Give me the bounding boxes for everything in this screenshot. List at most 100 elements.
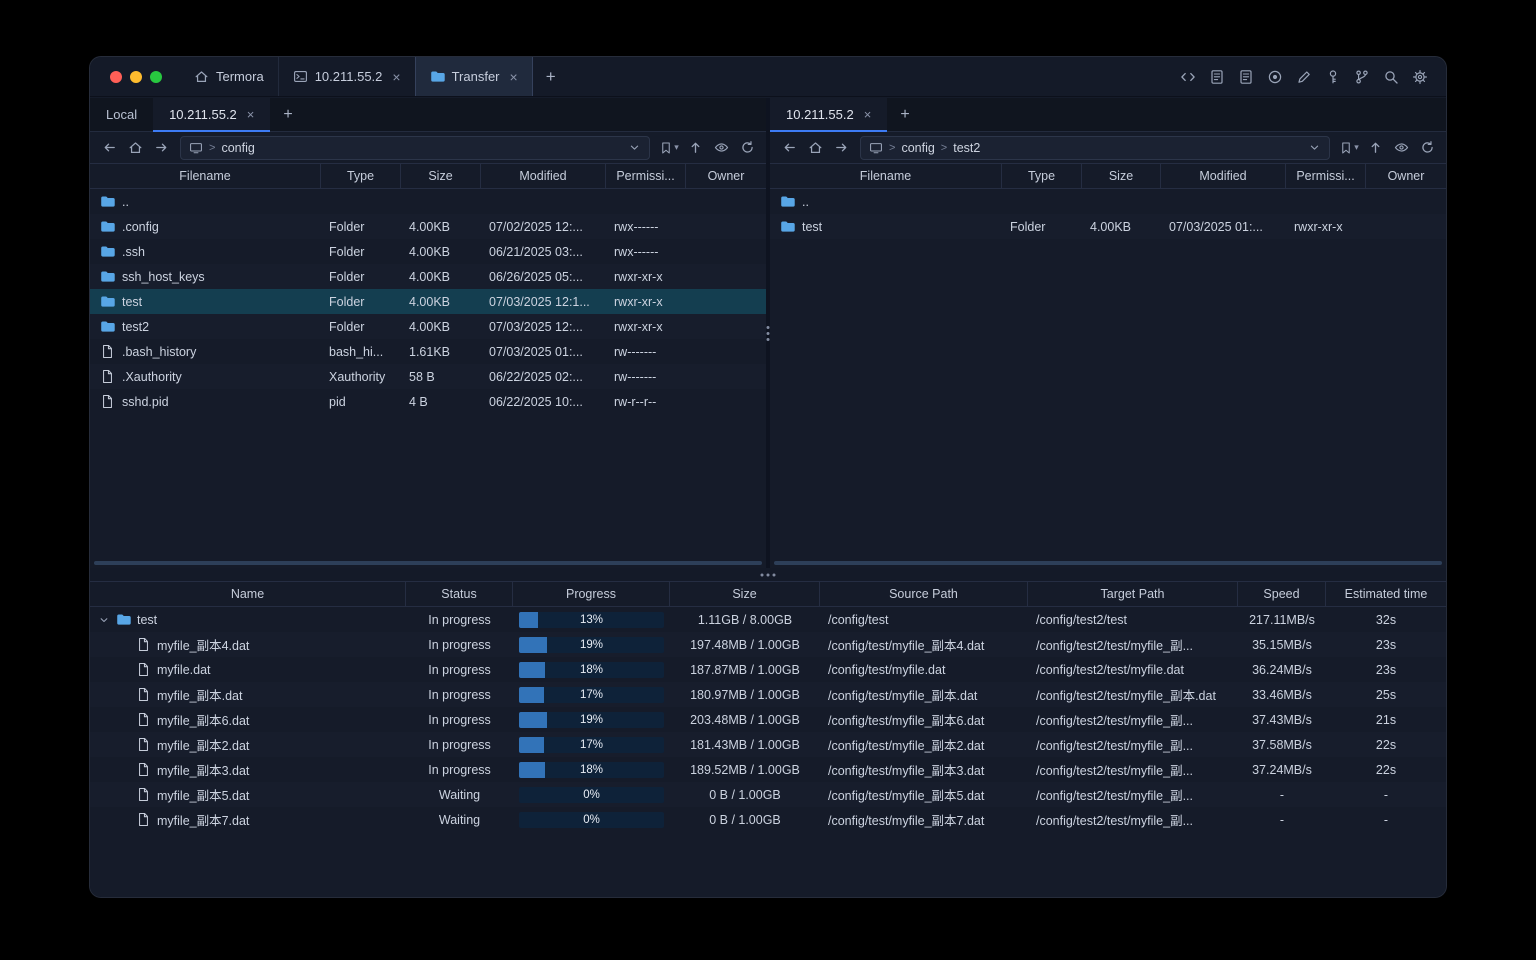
column-filename[interactable]: Filename bbox=[770, 164, 1002, 188]
file-row[interactable]: .Xauthority Xauthority 58 B 06/22/2025 0… bbox=[90, 364, 766, 389]
zoom-window-button[interactable] bbox=[150, 70, 162, 83]
file-name: test2 bbox=[122, 319, 150, 334]
refresh-button[interactable] bbox=[735, 136, 759, 160]
column-permissions[interactable]: Permissi... bbox=[1286, 164, 1366, 188]
horizontal-scrollbar[interactable] bbox=[774, 561, 1442, 565]
transfer-row[interactable]: myfile_副本3.dat In progress 18% 189.52MB … bbox=[90, 757, 1446, 782]
column-type[interactable]: Type bbox=[1002, 164, 1082, 188]
path-segment[interactable]: test2 bbox=[953, 141, 980, 155]
path-bar[interactable]: > config > test2 bbox=[860, 135, 1330, 160]
file-permissions bbox=[1286, 189, 1366, 214]
back-button[interactable] bbox=[777, 136, 801, 160]
transfer-row[interactable]: myfile_副本4.dat In progress 19% 197.48MB … bbox=[90, 632, 1446, 657]
column-permissions[interactable]: Permissi... bbox=[606, 164, 686, 188]
close-tab-icon[interactable]: × bbox=[392, 70, 400, 84]
tab-remote-10-211-55-2[interactable]: 10.211.55.2 × bbox=[153, 98, 271, 132]
file-row[interactable]: test Folder 4.00KB 07/03/2025 12:1... rw… bbox=[90, 289, 766, 314]
column-size[interactable]: Size bbox=[401, 164, 481, 188]
new-pane-tab-button[interactable]: + bbox=[270, 98, 305, 131]
tab-remote-10-211-55-2[interactable]: 10.211.55.2 × bbox=[770, 98, 888, 132]
column-size[interactable]: Size bbox=[1082, 164, 1161, 188]
column-owner[interactable]: Owner bbox=[686, 164, 766, 188]
toggle-hidden-files-button[interactable] bbox=[1389, 136, 1413, 160]
file-row[interactable]: .. bbox=[770, 189, 1446, 214]
column-filename[interactable]: Filename bbox=[90, 164, 321, 188]
column-source-path[interactable]: Source Path bbox=[820, 582, 1028, 606]
transfer-target-path: /config/test2/test/myfile.dat bbox=[1036, 662, 1184, 677]
up-directory-button[interactable] bbox=[683, 136, 707, 160]
transfer-row[interactable]: myfile.dat In progress 18% 187.87MB / 1.… bbox=[90, 657, 1446, 682]
forward-button[interactable] bbox=[829, 136, 853, 160]
code-button[interactable] bbox=[1178, 67, 1198, 87]
minimize-window-button[interactable] bbox=[130, 70, 142, 83]
home-button[interactable] bbox=[803, 136, 827, 160]
back-button[interactable] bbox=[97, 136, 121, 160]
new-tab-button[interactable]: + bbox=[533, 57, 569, 96]
path-bar[interactable]: > config bbox=[180, 135, 650, 160]
close-tab-icon[interactable]: × bbox=[510, 70, 518, 84]
column-estimated-time[interactable]: Estimated time bbox=[1326, 582, 1446, 606]
forward-button[interactable] bbox=[149, 136, 173, 160]
column-speed[interactable]: Speed bbox=[1238, 582, 1326, 606]
transfer-row[interactable]: test In progress 13% 1.11GB / 8.00GB /co… bbox=[90, 607, 1446, 632]
file-row[interactable]: ssh_host_keys Folder 4.00KB 06/26/2025 0… bbox=[90, 264, 766, 289]
transfer-row[interactable]: myfile_副本7.dat Waiting 0% 0 B / 1.00GB /… bbox=[90, 807, 1446, 832]
file-icon bbox=[100, 344, 115, 359]
key-button[interactable] bbox=[1323, 67, 1343, 87]
toggle-hidden-files-button[interactable] bbox=[709, 136, 733, 160]
record-button[interactable] bbox=[1265, 67, 1285, 87]
column-size[interactable]: Size bbox=[670, 582, 820, 606]
column-modified[interactable]: Modified bbox=[481, 164, 606, 188]
chevron-down-icon[interactable] bbox=[628, 141, 641, 154]
transfer-target-path: /config/test2/test/myfile_副... bbox=[1036, 789, 1194, 803]
expand-chevron-icon[interactable] bbox=[98, 614, 110, 626]
bookmark-button[interactable]: ▾ bbox=[1337, 136, 1361, 160]
horizontal-scrollbar[interactable] bbox=[94, 561, 762, 565]
transfer-splitter[interactable] bbox=[90, 568, 1446, 581]
column-progress[interactable]: Progress bbox=[513, 582, 670, 606]
column-name[interactable]: Name bbox=[90, 582, 406, 606]
transfer-status: In progress bbox=[428, 687, 491, 702]
column-target-path[interactable]: Target Path bbox=[1028, 582, 1238, 606]
tab-local[interactable]: Local bbox=[90, 98, 153, 131]
file-row[interactable]: .config Folder 4.00KB 07/02/2025 12:... … bbox=[90, 214, 766, 239]
refresh-button[interactable] bbox=[1415, 136, 1439, 160]
branch-button[interactable] bbox=[1352, 67, 1372, 87]
column-type[interactable]: Type bbox=[321, 164, 401, 188]
tab-host-10-211-55-2[interactable]: 10.211.55.2 × bbox=[277, 57, 415, 96]
tab-termora[interactable]: Termora bbox=[180, 57, 278, 96]
settings-button[interactable] bbox=[1410, 67, 1430, 87]
path-segment[interactable]: config bbox=[221, 141, 254, 155]
column-owner[interactable]: Owner bbox=[1366, 164, 1446, 188]
log-button[interactable] bbox=[1236, 67, 1256, 87]
search-button[interactable] bbox=[1381, 67, 1401, 87]
transfer-row[interactable]: myfile_副本2.dat In progress 17% 181.43MB … bbox=[90, 732, 1446, 757]
home-button[interactable] bbox=[123, 136, 147, 160]
bookmark-button[interactable]: ▾ bbox=[657, 136, 681, 160]
file-row[interactable]: sshd.pid pid 4 B 06/22/2025 10:... rw-r-… bbox=[90, 389, 766, 414]
file-row[interactable]: .ssh Folder 4.00KB 06/21/2025 03:... rwx… bbox=[90, 239, 766, 264]
path-segment[interactable]: config bbox=[901, 141, 934, 155]
chevron-down-icon[interactable] bbox=[1308, 141, 1321, 154]
tab-label: 10.211.55.2 bbox=[786, 107, 854, 122]
file-row[interactable]: .bash_history bash_hi... 1.61KB 07/03/20… bbox=[90, 339, 766, 364]
close-pane-tab-icon[interactable]: × bbox=[247, 108, 255, 121]
column-status[interactable]: Status bbox=[406, 582, 513, 606]
transfer-table-header: Name Status Progress Size Source Path Ta… bbox=[90, 581, 1446, 607]
close-window-button[interactable] bbox=[110, 70, 122, 83]
tab-transfer[interactable]: Transfer × bbox=[414, 57, 533, 96]
up-directory-button[interactable] bbox=[1363, 136, 1387, 160]
transfer-row[interactable]: myfile_副本6.dat In progress 19% 203.48MB … bbox=[90, 707, 1446, 732]
edit-button[interactable] bbox=[1294, 67, 1314, 87]
transfer-row[interactable]: myfile_副本5.dat Waiting 0% 0 B / 1.00GB /… bbox=[90, 782, 1446, 807]
new-pane-tab-button[interactable]: + bbox=[887, 98, 922, 131]
transfer-name: test bbox=[137, 612, 158, 627]
file-row[interactable]: test2 Folder 4.00KB 07/03/2025 12:... rw… bbox=[90, 314, 766, 339]
close-pane-tab-icon[interactable]: × bbox=[864, 108, 872, 121]
folder-button[interactable] bbox=[1207, 67, 1227, 87]
transfer-target-path: /config/test2/test/myfile_副... bbox=[1036, 714, 1194, 728]
column-modified[interactable]: Modified bbox=[1161, 164, 1286, 188]
file-row[interactable]: test Folder 4.00KB 07/03/2025 01:... rwx… bbox=[770, 214, 1446, 239]
file-row[interactable]: .. bbox=[90, 189, 766, 214]
transfer-row[interactable]: myfile_副本.dat In progress 17% 180.97MB /… bbox=[90, 682, 1446, 707]
